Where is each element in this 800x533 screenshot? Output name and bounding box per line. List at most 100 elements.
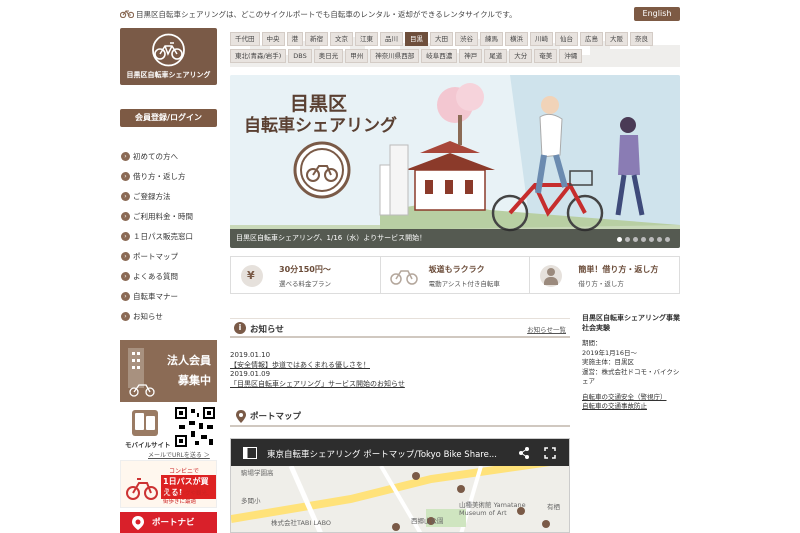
slider-dot[interactable] (657, 237, 662, 242)
feature-title: 簡単！借り方・返し方 (578, 265, 659, 274)
slider-dot[interactable] (641, 237, 646, 242)
sidebar-item-registration[interactable]: › ご登録方法 (120, 186, 217, 206)
port-navi-banner[interactable]: ポートナビ (120, 512, 217, 533)
sidebar-item-label: よくある質問 (133, 271, 178, 281)
tab-amami[interactable]: 奄美 (534, 49, 558, 63)
corp-banner-line1: 法人会員 (167, 354, 211, 367)
tab-minato[interactable]: 港 (286, 32, 303, 46)
tab-shibuya[interactable]: 渋谷 (455, 32, 478, 46)
share-icon[interactable] (518, 447, 530, 459)
send-url-link[interactable]: メールでURLを送る ＞ (148, 450, 210, 459)
tab-gifu-seino[interactable]: 岐阜西濃 (421, 49, 458, 63)
tab-koto[interactable]: 江東 (355, 32, 378, 46)
conbini-line3: ポタリングや観光、街歩きに最適 (163, 491, 213, 505)
tab-koshu[interactable]: 甲州 (345, 49, 369, 63)
sidebar-item-pricing[interactable]: › ご利用料金・時間 (120, 206, 217, 226)
traffic-safety-link[interactable]: 自転車の交通安全（警視庁） (582, 393, 682, 403)
tab-okinawa[interactable]: 沖縄 (559, 49, 583, 63)
tab-chiyoda[interactable]: 千代田 (230, 32, 260, 46)
sidebar-item-port-map[interactable]: › ポートマップ (120, 246, 217, 266)
news-date: 2019.01.09 (230, 370, 271, 378)
map-embed-title[interactable]: 東京自転車シェアリング ポートマップ/Tokyo Bike Share... (267, 448, 497, 460)
chevron-right-icon: › (121, 151, 130, 161)
tab-hiroshima[interactable]: 広島 (580, 32, 603, 46)
slider-dot[interactable] (665, 237, 670, 242)
news-link[interactable]: 【安全情報】歩道ではあくまれる優しさを！ (230, 361, 570, 371)
map-pin-icon (132, 516, 144, 530)
slider-dot[interactable] (633, 237, 638, 242)
embedded-map[interactable]: 東京自転車シェアリング ポートマップ/Tokyo Bike Share... 駒… (230, 438, 570, 533)
sidebar-item-first-time[interactable]: › 初めての方へ (120, 146, 217, 166)
tab-ota[interactable]: 大田 (430, 32, 453, 46)
convenience-store-banner[interactable]: コンビニで 1日パスが買える! ポタリングや観光、街歩きに最適 (120, 460, 217, 508)
sidebar-item-label: ご登録方法 (133, 191, 171, 201)
slider-dot[interactable] (617, 237, 622, 242)
smartphone-icon (132, 410, 158, 436)
project-operator: 運営：株式会社ドコモ・バイクシェア (582, 367, 680, 386)
hero-caption[interactable]: 目黒区自転車シェアリング、1/16（水）よりサービス開始！ (230, 229, 680, 248)
slider-dot[interactable] (625, 237, 630, 242)
sidebar-item-faq[interactable]: › よくある質問 (120, 266, 217, 286)
sidebar-item-label: お知らせ (133, 311, 163, 321)
tab-nerima[interactable]: 練馬 (480, 32, 503, 46)
project-info: 目黒区自転車シェアリング事業社会実験 期間： 2019年1月16日〜 実施主体：… (582, 314, 682, 412)
tab-kawasaki[interactable]: 川崎 (530, 32, 553, 46)
news-header: i お知らせ お知らせ一覧 (230, 318, 570, 338)
tab-kanagawa-west[interactable]: 神奈川県西部 (370, 49, 420, 63)
feature-assist[interactable]: 坂道もラクラク 電動アシスト付き自転車 (381, 257, 531, 293)
tab-okunikko[interactable]: 奥日光 (313, 49, 344, 63)
map-label: 株式会社TABI LABO (271, 519, 332, 527)
tab-dbs[interactable]: DBS (288, 49, 312, 63)
top-bar: 目黒区自転車シェアリングは、どこのサイクルポートでも自転車のレンタル・返却ができ… (120, 6, 680, 22)
tab-meguro[interactable]: 目黒 (405, 32, 428, 46)
news-more-link[interactable]: お知らせ一覧 (527, 324, 566, 334)
tab-onomichi[interactable]: 尾道 (484, 49, 508, 63)
chevron-right-icon: › (121, 191, 130, 201)
chevron-right-icon: › (121, 291, 130, 301)
bicycle-icon (389, 270, 418, 285)
tab-tohoku[interactable]: 東北(青森/岩手) (230, 49, 287, 63)
tab-sendai[interactable]: 仙台 (555, 32, 578, 46)
project-title: 目黒区自転車シェアリング事業社会実験 (582, 314, 680, 332)
feature-sub: 電動アシスト付き自転車 (428, 280, 500, 288)
hero-title-line2: 自転車シェアリング (244, 116, 397, 136)
slider-dot[interactable] (649, 237, 654, 242)
tab-chuo[interactable]: 中央 (261, 32, 285, 46)
site-logo[interactable]: 目黒区自転車シェアリング (120, 28, 217, 85)
bicycle-icon (120, 10, 134, 18)
accident-prevention-link[interactable]: 自転車の交通事故防止 (582, 402, 682, 412)
sidebar-item-manners[interactable]: › 自転車マナー (120, 286, 217, 306)
english-button[interactable]: English (634, 7, 680, 21)
sidebar-item-day-pass[interactable]: › １日パス販売窓口 (120, 226, 217, 246)
sidebar-item-news[interactable]: › お知らせ (120, 306, 217, 326)
hero-slider[interactable]: 目黒区 自転車シェアリング 目黒区自転車シェアリング、1/16（水）よりサービス… (230, 75, 680, 248)
tab-shinjuku[interactable]: 新宿 (305, 32, 328, 46)
logo-text: 目黒区自転車シェアリング (126, 71, 211, 79)
member-login-button[interactable]: 会員登録/ログイン (120, 109, 217, 127)
tab-yokohama[interactable]: 横浜 (505, 32, 528, 46)
news-link[interactable]: 「目黒区自転車シェアリング」サービス開始のお知らせ (230, 380, 570, 390)
sidebar-menu: › 初めての方へ › 借り方・返し方 › ご登録方法 › ご利用料金・時間 › １日パス販… (120, 146, 217, 326)
tab-osaka[interactable]: 大阪 (605, 32, 628, 46)
tab-kobe[interactable]: 神戸 (459, 49, 483, 63)
feature-strip: ¥ 30分150円〜 選べる料金プラン 坂道もラクラク 電動アシスト付き自転車 … (230, 256, 680, 294)
corp-banner-line2: 募集中 (178, 374, 211, 387)
chevron-right-icon: › (121, 171, 130, 181)
fullscreen-icon[interactable] (544, 447, 556, 459)
chevron-right-icon: › (121, 231, 130, 241)
project-host: 実施主体：目黒区 (582, 358, 634, 366)
tab-shinagawa[interactable]: 品川 (380, 32, 403, 46)
mobile-site-label: モバイルサイト (125, 441, 171, 449)
tab-oita[interactable]: 大分 (509, 49, 533, 63)
sidebar-toggle-icon[interactable] (243, 447, 257, 459)
tab-bunkyo[interactable]: 文京 (330, 32, 353, 46)
feature-easy[interactable]: 簡単！借り方・返し方 借り方・返し方 (530, 257, 679, 293)
feature-sub: 選べる料金プラン (279, 280, 331, 288)
tab-nara[interactable]: 奈良 (630, 32, 653, 46)
feature-title: 30分150円〜 (279, 265, 331, 274)
feature-pricing[interactable]: ¥ 30分150円〜 選べる料金プラン (231, 257, 381, 293)
sidebar-item-label: ポートマップ (133, 251, 178, 261)
sidebar-item-how-to-rent[interactable]: › 借り方・返し方 (120, 166, 217, 186)
map-label: 有栖 (547, 503, 560, 511)
corporate-member-banner[interactable]: 法人会員 募集中 (120, 340, 217, 402)
